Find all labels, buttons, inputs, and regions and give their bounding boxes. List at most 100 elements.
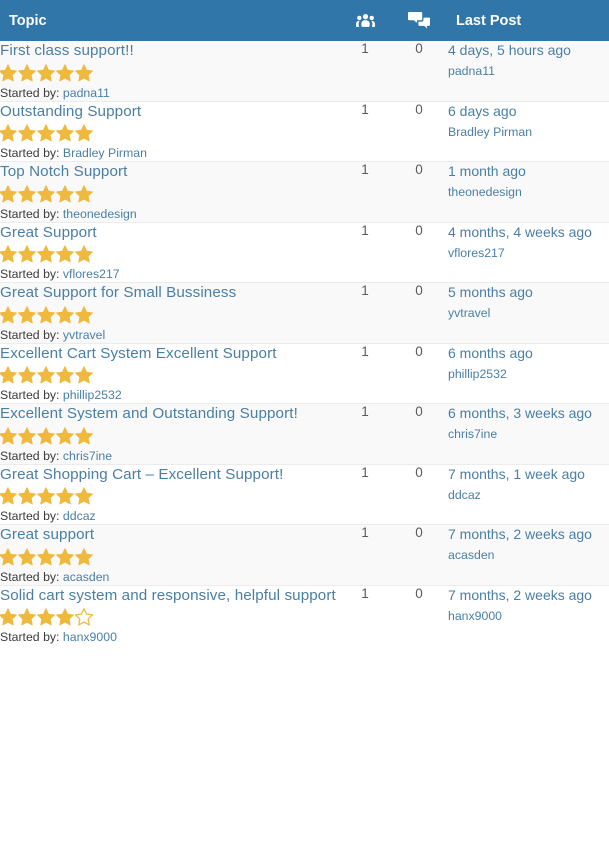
last-post-cell: 4 months, 4 weeks ago vflores217 — [448, 221, 609, 283]
column-header-last-post[interactable]: Last Post — [448, 0, 609, 41]
last-post-date-link[interactable]: 7 months, 1 week ago — [448, 465, 609, 483]
star-filled-icon — [37, 366, 55, 384]
table-row[interactable]: Great Support Started by: vflores217 1 0 4 m… — [0, 221, 609, 283]
star-filled-icon — [37, 124, 55, 142]
table-row[interactable]: Solid cart system and responsive, helpfu… — [0, 584, 609, 645]
last-post-date-link[interactable]: 7 months, 2 weeks ago — [448, 586, 609, 604]
last-post-cell: 7 months, 2 weeks ago hanx9000 — [448, 584, 609, 645]
topic-author-link[interactable]: Bradley Pirman — [63, 146, 147, 160]
started-by-label: Started by: — [0, 388, 60, 402]
last-post-author-link[interactable]: ddcaz — [448, 487, 609, 504]
topic-author-link[interactable]: ddcaz — [63, 509, 96, 523]
forum-topics-table: Topic Last Post First class support!! St… — [0, 0, 609, 645]
last-post-author-link[interactable]: acasden — [448, 547, 609, 564]
table-row[interactable]: Excellent System and Outstanding Support… — [0, 403, 609, 464]
star-rating — [0, 608, 340, 626]
last-post-author-link[interactable]: padna11 — [448, 63, 609, 80]
last-post-cell: 5 months ago yvtravel — [448, 282, 609, 343]
replies-count: 0 — [390, 161, 448, 222]
last-post-author-link[interactable]: hanx9000 — [448, 608, 609, 625]
topic-title-link[interactable]: Great Support for Small Bussiness — [0, 283, 340, 303]
header-row: Topic Last Post — [0, 0, 609, 41]
voices-count: 1 — [340, 463, 390, 525]
last-post-date-link[interactable]: 4 months, 4 weeks ago — [448, 223, 609, 241]
topic-author-link[interactable]: hanx9000 — [63, 630, 117, 644]
last-post-date-link[interactable]: 1 month ago — [448, 162, 609, 180]
star-filled-icon — [37, 547, 55, 565]
started-by: Started by: ddcaz — [0, 508, 340, 524]
topic-title-link[interactable]: Outstanding Support — [0, 102, 340, 122]
voices-count: 1 — [340, 41, 390, 101]
star-filled-icon — [0, 547, 17, 565]
star-empty-icon — [75, 608, 93, 626]
last-post-author-link[interactable]: yvtravel — [448, 305, 609, 322]
star-filled-icon — [0, 366, 17, 384]
table-row[interactable]: Excellent Cart System Excellent Support S… — [0, 342, 609, 404]
topic-cell: Great Support Started by: vflores217 — [0, 221, 340, 283]
star-filled-icon — [56, 547, 74, 565]
table-row[interactable]: Great Support for Small Bussiness Started… — [0, 282, 609, 343]
topic-title-link[interactable]: Great Support — [0, 223, 340, 243]
last-post-cell: 6 months, 3 weeks ago chris7ine — [448, 403, 609, 464]
last-post-author-link[interactable]: Bradley Pirman — [448, 124, 609, 141]
topic-author-link[interactable]: theonedesign — [63, 207, 137, 221]
table-row[interactable]: Great support Started by: acasden 1 0 7 mont… — [0, 524, 609, 585]
topic-title-link[interactable]: Excellent Cart System Excellent Support — [0, 344, 340, 364]
star-filled-icon — [56, 305, 74, 323]
star-rating — [0, 426, 340, 445]
last-post-date-link[interactable]: 6 months ago — [448, 344, 609, 362]
last-post-author-link[interactable]: phillip2532 — [448, 366, 609, 383]
table-row[interactable]: First class support!! Started by: padna11… — [0, 41, 609, 101]
last-post-date-link[interactable]: 5 months ago — [448, 283, 609, 301]
column-header-voices[interactable] — [340, 0, 390, 41]
voices-count: 1 — [340, 100, 390, 162]
replies-count: 0 — [390, 100, 448, 162]
replies-count: 0 — [390, 524, 448, 585]
star-filled-icon — [56, 426, 74, 444]
topic-title-link[interactable]: Great support — [0, 525, 340, 545]
last-post-author-link[interactable]: theonedesign — [448, 184, 609, 201]
star-rating — [0, 305, 340, 324]
table-row[interactable]: Outstanding Support Started by: Bradley P… — [0, 100, 609, 162]
topic-title-link[interactable]: Excellent System and Outstanding Support… — [0, 404, 340, 424]
started-by-label: Started by: — [0, 569, 60, 584]
last-post-date-link[interactable]: 4 days, 5 hours ago — [448, 41, 609, 59]
star-filled-icon — [37, 245, 55, 263]
topic-title-link[interactable]: First class support!! — [0, 41, 340, 61]
star-filled-icon — [37, 184, 55, 202]
star-filled-icon — [56, 366, 74, 384]
star-rating — [0, 547, 340, 566]
star-filled-icon — [37, 487, 55, 505]
column-header-replies[interactable] — [390, 0, 448, 41]
last-post-author-link[interactable]: vflores217 — [448, 245, 609, 262]
column-header-topic[interactable]: Topic — [0, 0, 340, 41]
topic-title-link[interactable]: Top Notch Support — [0, 162, 340, 182]
star-filled-icon — [75, 184, 93, 202]
topic-title-link[interactable]: Solid cart system and responsive, helpfu… — [0, 586, 340, 606]
star-rating — [0, 487, 340, 505]
started-by-label: Started by: — [0, 146, 60, 160]
last-post-author-link[interactable]: chris7ine — [448, 426, 609, 443]
topic-author-link[interactable]: acasden — [63, 570, 110, 584]
star-rating — [0, 245, 340, 263]
last-post-date-link[interactable]: 7 months, 2 weeks ago — [448, 525, 609, 543]
voices-count: 1 — [340, 342, 390, 404]
topic-title-link[interactable]: Great Shopping Cart – Excellent Support! — [0, 465, 340, 485]
topic-author-link[interactable]: phillip2532 — [63, 388, 122, 402]
topic-author-link[interactable]: chris7ine — [63, 449, 112, 463]
table-row[interactable]: Top Notch Support Started by: theonedesig… — [0, 161, 609, 222]
star-filled-icon — [56, 184, 74, 202]
started-by: Started by: vflores217 — [0, 266, 340, 282]
voices-count: 1 — [340, 161, 390, 222]
last-post-date-link[interactable]: 6 months, 3 weeks ago — [448, 404, 609, 422]
table-body: First class support!! Started by: padna11… — [0, 41, 609, 645]
started-by: Started by: phillip2532 — [0, 387, 340, 403]
topic-author-link[interactable]: vflores217 — [63, 267, 120, 281]
topic-author-link[interactable]: padna11 — [63, 86, 110, 100]
topic-cell: Outstanding Support Started by: Bradley P… — [0, 100, 340, 162]
last-post-date-link[interactable]: 6 days ago — [448, 102, 609, 120]
star-rating — [0, 366, 340, 384]
table-row[interactable]: Great Shopping Cart – Excellent Support!… — [0, 463, 609, 525]
topic-author-link[interactable]: yvtravel — [63, 328, 105, 342]
last-post-cell: 7 months, 2 weeks ago acasden — [448, 524, 609, 585]
